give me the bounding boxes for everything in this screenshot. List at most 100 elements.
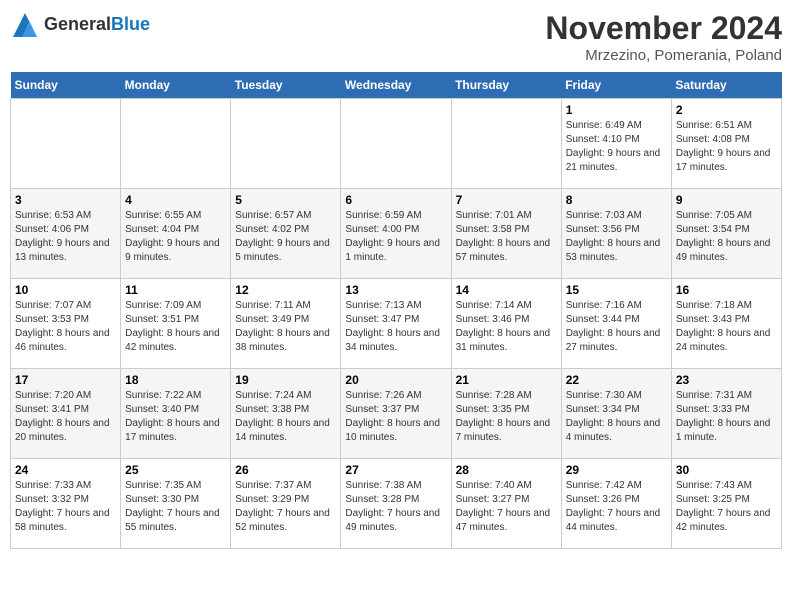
day-info: Sunrise: 7:40 AM Sunset: 3:27 PM Dayligh… bbox=[456, 479, 557, 535]
day-info: Sunrise: 6:57 AM Sunset: 4:02 PM Dayligh… bbox=[235, 209, 336, 265]
table-row bbox=[451, 99, 561, 189]
calendar-week-row: 24 Sunrise: 7:33 AM Sunset: 3:32 PM Dayli… bbox=[11, 459, 782, 549]
table-row: 6Sunrise: 6:59 AM Sunset: 4:00 PM Daylig… bbox=[341, 189, 451, 279]
day-info: Sunrise: 7:42 AM Sunset: 3:26 PM Dayligh… bbox=[566, 479, 667, 535]
day-number: 20 bbox=[345, 373, 446, 387]
day-number: 23 bbox=[676, 373, 777, 387]
day-info: Sunrise: 7:43 AM Sunset: 3:25 PM Dayligh… bbox=[676, 479, 777, 535]
day-info: Sunrise: 7:20 AM Sunset: 3:41 PM Dayligh… bbox=[15, 389, 116, 445]
day-number: 10 bbox=[15, 283, 116, 297]
table-row: 15 Sunrise: 7:16 AM Sunset: 3:44 PM Dayli… bbox=[561, 279, 671, 369]
col-friday: Friday bbox=[561, 72, 671, 99]
calendar-week-row: 3 Sunrise: 6:53 AM Sunset: 4:06 PM Daylig… bbox=[11, 189, 782, 279]
day-info: Sunrise: 7:11 AM Sunset: 3:49 PM Dayligh… bbox=[235, 299, 336, 355]
day-number: 12 bbox=[235, 283, 336, 297]
table-row: 14Sunrise: 7:14 AM Sunset: 3:46 PM Dayli… bbox=[451, 279, 561, 369]
day-info: Sunrise: 6:53 AM Sunset: 4:06 PM Dayligh… bbox=[15, 209, 116, 265]
day-number: 25 bbox=[125, 463, 226, 477]
day-info: Sunrise: 7:28 AM Sunset: 3:35 PM Dayligh… bbox=[456, 389, 557, 445]
table-row: 13 Sunrise: 7:13 AM Sunset: 3:47 PM Dayli… bbox=[341, 279, 451, 369]
day-number: 9 bbox=[676, 193, 777, 207]
day-number: 21 bbox=[456, 373, 557, 387]
day-info: Sunrise: 7:05 AM Sunset: 3:54 PM Dayligh… bbox=[676, 209, 777, 265]
logo-general: GeneralBlue bbox=[44, 15, 150, 35]
table-row: 7 Sunrise: 7:01 AM Sunset: 3:58 PM Daylig… bbox=[451, 189, 561, 279]
day-number: 19 bbox=[235, 373, 336, 387]
day-info: Sunrise: 7:37 AM Sunset: 3:29 PM Dayligh… bbox=[235, 479, 336, 535]
col-saturday: Saturday bbox=[671, 72, 781, 99]
table-row: 20 Sunrise: 7:26 AM Sunset: 3:37 PM Dayli… bbox=[341, 369, 451, 459]
day-number: 1 bbox=[566, 103, 667, 117]
table-row: 9 Sunrise: 7:05 AM Sunset: 3:54 PM Daylig… bbox=[671, 189, 781, 279]
day-info: Sunrise: 7:31 AM Sunset: 3:33 PM Dayligh… bbox=[676, 389, 777, 445]
table-row bbox=[231, 99, 341, 189]
table-row: 10 Sunrise: 7:07 AM Sunset: 3:53 PM Dayli… bbox=[11, 279, 121, 369]
table-row: 19 Sunrise: 7:24 AM Sunset: 3:38 PM Dayli… bbox=[231, 369, 341, 459]
col-monday: Monday bbox=[121, 72, 231, 99]
day-number: 24 bbox=[15, 463, 116, 477]
table-row: 12 Sunrise: 7:11 AM Sunset: 3:49 PM Dayli… bbox=[231, 279, 341, 369]
calendar-week-row: 17 Sunrise: 7:20 AM Sunset: 3:41 PM Dayli… bbox=[11, 369, 782, 459]
table-row: 23 Sunrise: 7:31 AM Sunset: 3:33 PM Dayli… bbox=[671, 369, 781, 459]
table-row: 30 Sunrise: 7:43 AM Sunset: 3:25 PM Dayli… bbox=[671, 459, 781, 549]
month-title: November 2024 bbox=[545, 10, 782, 47]
day-number: 5 bbox=[235, 193, 336, 207]
day-info: Sunrise: 7:07 AM Sunset: 3:53 PM Dayligh… bbox=[15, 299, 116, 355]
day-info: Sunrise: 7:03 AM Sunset: 3:56 PM Dayligh… bbox=[566, 209, 667, 265]
calendar-table: Sunday Monday Tuesday Wednesday Thursday… bbox=[10, 72, 782, 549]
table-row: 18Sunrise: 7:22 AM Sunset: 3:40 PM Dayli… bbox=[121, 369, 231, 459]
table-row: 24 Sunrise: 7:33 AM Sunset: 3:32 PM Dayli… bbox=[11, 459, 121, 549]
day-number: 2 bbox=[676, 103, 777, 117]
table-row: 25Sunrise: 7:35 AM Sunset: 3:30 PM Dayli… bbox=[121, 459, 231, 549]
day-info: Sunrise: 7:22 AM Sunset: 3:40 PM Dayligh… bbox=[125, 389, 226, 445]
day-info: Sunrise: 7:33 AM Sunset: 3:32 PM Dayligh… bbox=[15, 479, 116, 535]
day-number: 29 bbox=[566, 463, 667, 477]
day-info: Sunrise: 7:01 AM Sunset: 3:58 PM Dayligh… bbox=[456, 209, 557, 265]
day-number: 3 bbox=[15, 193, 116, 207]
day-info: Sunrise: 7:09 AM Sunset: 3:51 PM Dayligh… bbox=[125, 299, 226, 355]
day-number: 15 bbox=[566, 283, 667, 297]
day-number: 4 bbox=[125, 193, 226, 207]
day-number: 7 bbox=[456, 193, 557, 207]
col-sunday: Sunday bbox=[11, 72, 121, 99]
day-number: 16 bbox=[676, 283, 777, 297]
logo: GeneralBlue bbox=[10, 10, 150, 40]
day-number: 30 bbox=[676, 463, 777, 477]
logo-icon bbox=[10, 10, 40, 40]
table-row: 4Sunrise: 6:55 AM Sunset: 4:04 PM Daylig… bbox=[121, 189, 231, 279]
day-info: Sunrise: 7:14 AM Sunset: 3:46 PM Dayligh… bbox=[456, 299, 557, 355]
page-header: GeneralBlue November 2024 Mrzezino, Pome… bbox=[10, 10, 782, 64]
table-row bbox=[121, 99, 231, 189]
day-number: 26 bbox=[235, 463, 336, 477]
col-tuesday: Tuesday bbox=[231, 72, 341, 99]
table-row bbox=[341, 99, 451, 189]
day-info: Sunrise: 7:38 AM Sunset: 3:28 PM Dayligh… bbox=[345, 479, 446, 535]
table-row: 16 Sunrise: 7:18 AM Sunset: 3:43 PM Dayli… bbox=[671, 279, 781, 369]
day-number: 6 bbox=[345, 193, 446, 207]
day-number: 17 bbox=[15, 373, 116, 387]
table-row: 29 Sunrise: 7:42 AM Sunset: 3:26 PM Dayli… bbox=[561, 459, 671, 549]
table-row: 22Sunrise: 7:30 AM Sunset: 3:34 PM Dayli… bbox=[561, 369, 671, 459]
table-row: 8 Sunrise: 7:03 AM Sunset: 3:56 PM Daylig… bbox=[561, 189, 671, 279]
day-number: 13 bbox=[345, 283, 446, 297]
day-info: Sunrise: 7:16 AM Sunset: 3:44 PM Dayligh… bbox=[566, 299, 667, 355]
calendar-header-row: Sunday Monday Tuesday Wednesday Thursday… bbox=[11, 72, 782, 99]
day-info: Sunrise: 7:24 AM Sunset: 3:38 PM Dayligh… bbox=[235, 389, 336, 445]
day-info: Sunrise: 7:30 AM Sunset: 3:34 PM Dayligh… bbox=[566, 389, 667, 445]
table-row: 17 Sunrise: 7:20 AM Sunset: 3:41 PM Dayli… bbox=[11, 369, 121, 459]
day-info: Sunrise: 7:13 AM Sunset: 3:47 PM Dayligh… bbox=[345, 299, 446, 355]
table-row: 26 Sunrise: 7:37 AM Sunset: 3:29 PM Dayli… bbox=[231, 459, 341, 549]
day-info: Sunrise: 7:18 AM Sunset: 3:43 PM Dayligh… bbox=[676, 299, 777, 355]
col-wednesday: Wednesday bbox=[341, 72, 451, 99]
day-number: 11 bbox=[125, 283, 226, 297]
table-row: 28Sunrise: 7:40 AM Sunset: 3:27 PM Dayli… bbox=[451, 459, 561, 549]
table-row: 3 Sunrise: 6:53 AM Sunset: 4:06 PM Daylig… bbox=[11, 189, 121, 279]
table-row: 11 Sunrise: 7:09 AM Sunset: 3:51 PM Dayli… bbox=[121, 279, 231, 369]
table-row: 2Sunrise: 6:51 AM Sunset: 4:08 PM Daylig… bbox=[671, 99, 781, 189]
table-row: 5 Sunrise: 6:57 AM Sunset: 4:02 PM Daylig… bbox=[231, 189, 341, 279]
table-row: 21 Sunrise: 7:28 AM Sunset: 3:35 PM Dayli… bbox=[451, 369, 561, 459]
title-area: November 2024 Mrzezino, Pomerania, Polan… bbox=[545, 10, 782, 64]
calendar-week-row: 10 Sunrise: 7:07 AM Sunset: 3:53 PM Dayli… bbox=[11, 279, 782, 369]
day-number: 8 bbox=[566, 193, 667, 207]
day-info: Sunrise: 7:26 AM Sunset: 3:37 PM Dayligh… bbox=[345, 389, 446, 445]
